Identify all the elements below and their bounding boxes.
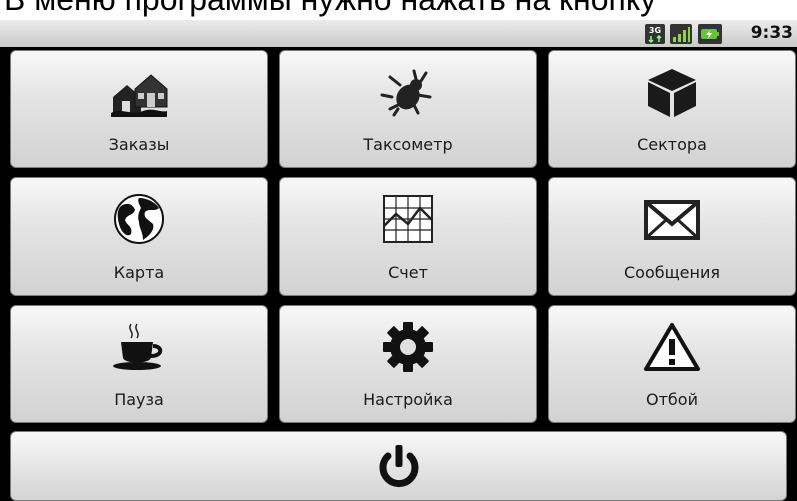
cancel-label: Отбой	[646, 390, 698, 409]
power-icon	[379, 445, 418, 488]
settings-button[interactable]: Настройка	[279, 305, 537, 423]
page-caption: В меню программы нужно нажать на кнопку	[0, 0, 797, 20]
sectors-button[interactable]: Сектора	[548, 50, 796, 168]
taximeter-button[interactable]: Таксометр	[279, 50, 537, 168]
coffee-cup-icon	[113, 323, 163, 370]
network-3g-icon: 3G	[645, 24, 665, 44]
pause-label: Пауза	[114, 390, 164, 409]
orders-label: Заказы	[108, 135, 170, 154]
bill-label: Счет	[388, 263, 428, 282]
gear-icon	[383, 322, 433, 372]
map-label: Карта	[113, 263, 165, 282]
pause-button[interactable]: Пауза	[10, 305, 268, 423]
cube-icon	[648, 69, 696, 117]
power-button[interactable]	[10, 431, 787, 501]
main-menu-grid: Заказы Таксометр Сектора Карта Счет Сооб…	[0, 47, 797, 501]
caption-text: В меню программы нужно нажать на кнопку	[4, 0, 656, 17]
bill-button[interactable]: Счет	[279, 177, 537, 296]
orders-button[interactable]: Заказы	[10, 50, 268, 168]
globe-icon	[114, 194, 164, 244]
messages-label: Сообщения	[623, 263, 720, 282]
svg-text:3G: 3G	[649, 26, 661, 35]
status-time: 9:33	[750, 23, 793, 43]
houses-icon	[111, 74, 168, 117]
status-bar: 3G 9:33	[0, 20, 797, 47]
sectors-label: Сектора	[637, 135, 707, 154]
map-button[interactable]: Карта	[10, 177, 268, 296]
taximeter-label: Таксометр	[363, 135, 453, 154]
settings-label: Настройка	[363, 390, 453, 409]
envelope-icon	[644, 200, 700, 240]
signal-icon	[670, 24, 692, 44]
cancel-button[interactable]: Отбой	[548, 305, 796, 423]
chart-icon	[383, 195, 433, 243]
messages-button[interactable]: Сообщения	[548, 177, 796, 296]
battery-icon	[698, 24, 722, 44]
warning-icon	[644, 323, 700, 371]
beetle-icon	[380, 69, 432, 117]
